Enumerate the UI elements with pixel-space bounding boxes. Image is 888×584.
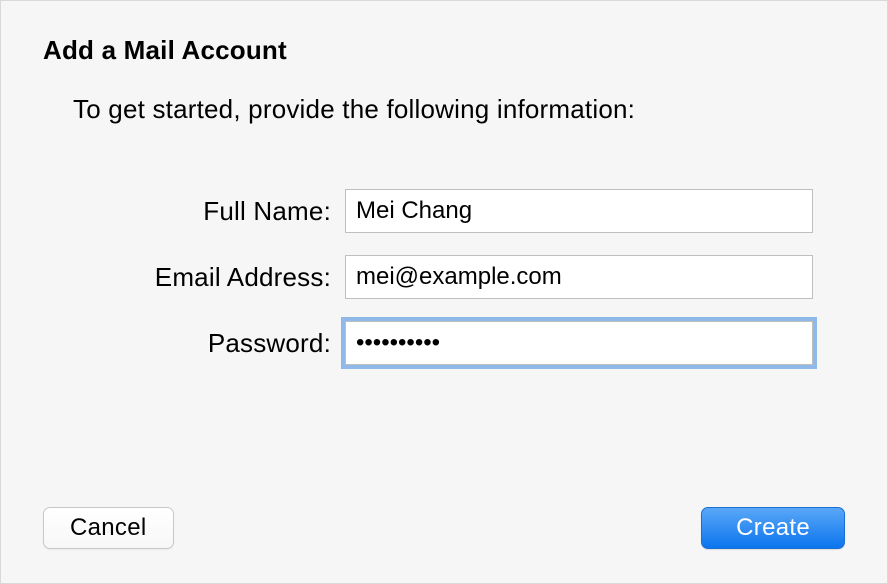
dialog-subtitle: To get started, provide the following in… [73, 94, 845, 125]
button-row: Cancel Create [43, 507, 845, 549]
full-name-input[interactable] [345, 189, 813, 233]
create-button[interactable]: Create [701, 507, 845, 549]
full-name-row: Full Name: [43, 189, 845, 233]
password-label: Password: [43, 328, 345, 359]
dialog-title: Add a Mail Account [43, 35, 845, 66]
email-row: Email Address: [43, 255, 845, 299]
password-row: Password: [43, 321, 845, 365]
password-input[interactable] [345, 321, 813, 365]
cancel-button[interactable]: Cancel [43, 507, 174, 549]
add-mail-account-dialog: Add a Mail Account To get started, provi… [0, 0, 888, 584]
full-name-label: Full Name: [43, 196, 345, 227]
email-input[interactable] [345, 255, 813, 299]
email-label: Email Address: [43, 262, 345, 293]
